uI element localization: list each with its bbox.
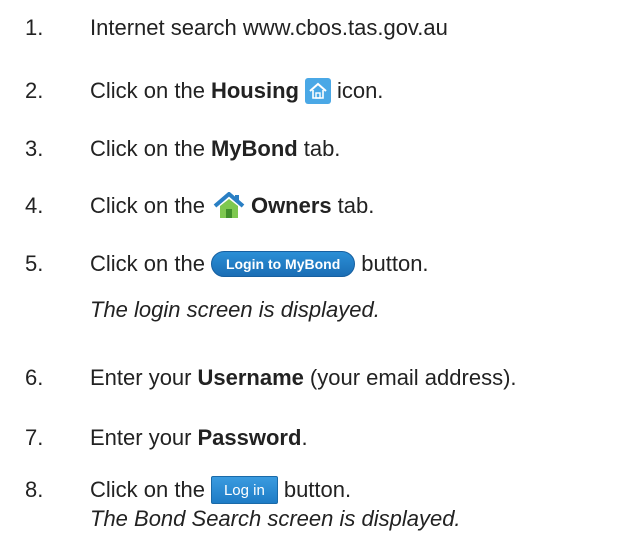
step-8-note: The Bond Search screen is displayed. xyxy=(90,506,461,531)
step-text: Internet search www.cbos.tas.gov.au xyxy=(90,15,448,41)
step-5-note: The login screen is displayed. xyxy=(90,297,380,322)
step-text: Enter your Username (your email address)… xyxy=(90,365,517,391)
step-number: 6. xyxy=(25,365,44,390)
housing-icon[interactable] xyxy=(304,78,331,104)
step-text-pre: Click on the xyxy=(90,136,205,161)
instruction-list: 1. Internet search www.cbos.tas.gov.au 2… xyxy=(0,0,618,538)
step-text: Click on the Housing icon. xyxy=(90,78,383,104)
step-number: 4. xyxy=(25,193,44,218)
house-icon[interactable] xyxy=(213,192,245,220)
password-label: Password xyxy=(197,425,302,450)
step-number: 1. xyxy=(25,15,44,40)
step-text-post: . xyxy=(301,425,308,450)
login-to-mybond-button[interactable]: Login to MyBond xyxy=(210,251,356,277)
step-text-post: icon. xyxy=(336,78,384,103)
step-number: 7. xyxy=(25,425,44,450)
step-number: 2. xyxy=(25,78,44,103)
step-text-pre: Click on the xyxy=(90,193,205,218)
step-text: Click on the MyBond tab. xyxy=(90,136,340,162)
step-text-pre: Click on the xyxy=(90,78,205,103)
step-text: Enter your Password. xyxy=(90,425,308,451)
housing-label: Housing xyxy=(210,78,299,103)
owners-label: Owners xyxy=(250,193,332,218)
step-text-post: tab. xyxy=(303,136,341,161)
step-number: 5. xyxy=(25,251,44,276)
username-label: Username xyxy=(197,365,304,390)
step-text-post: button. xyxy=(361,251,429,276)
step-text-post: (your email address). xyxy=(309,365,517,390)
step-text-pre: Internet search www.cbos.tas.gov.au xyxy=(90,15,448,40)
step-text: Click on the Owners tab. xyxy=(90,192,374,220)
step-text-pre: Enter your xyxy=(90,365,192,390)
step-text: Click on the Login to MyBond button. xyxy=(90,251,429,277)
step-text-pre: Click on the xyxy=(90,251,205,276)
step-number: 3. xyxy=(25,136,44,161)
step-text-pre: Enter your xyxy=(90,425,192,450)
step-text-post: tab. xyxy=(337,193,375,218)
step-number: 8. xyxy=(25,477,44,502)
mybond-label: MyBond xyxy=(210,136,298,161)
